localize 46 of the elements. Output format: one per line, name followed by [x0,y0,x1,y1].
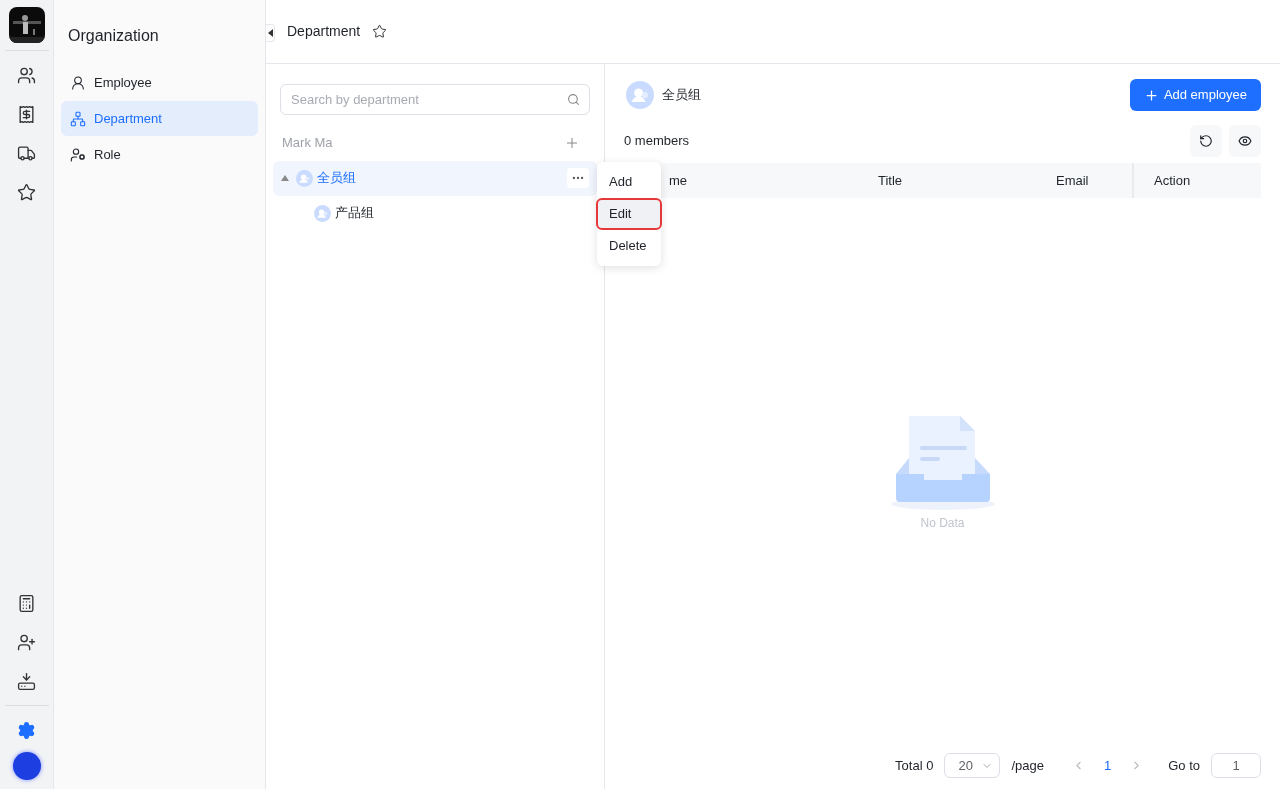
goto-label: Go to [1168,756,1200,775]
favorite-star-icon[interactable] [372,24,388,39]
member-count: 0 members [624,132,690,151]
tree-node[interactable]: 产品组 [273,195,597,231]
column-header: Email [1056,171,1089,190]
refresh-icon [1199,134,1213,148]
search-field[interactable]: Search by department [280,84,590,115]
menu-item[interactable]: Delete [598,232,660,260]
group-icon [626,81,654,109]
menu-item[interactable]: Add [598,168,660,196]
menu-item[interactable]: Edit [598,200,660,228]
collapse-toggle[interactable] [266,24,275,42]
nav-item[interactable]: Employee [61,65,258,100]
goto-field[interactable]: 1 [1211,753,1261,778]
column-header: me [669,171,688,190]
group-icon [296,169,313,187]
page-title: Department [287,22,361,41]
tree-node[interactable]: 全员组 [273,160,597,196]
add-employee-button[interactable]: Add employee [1129,79,1261,111]
per-page-label: /page [1011,756,1044,775]
person-gear-icon [70,146,86,163]
empty-inbox-icon [888,416,997,512]
owner-label: Mark Ma [282,134,333,152]
nav-item[interactable]: Department [61,101,258,136]
collapse-caret-icon[interactable] [281,175,289,181]
visibility-button[interactable] [1229,125,1261,157]
page-number[interactable]: 1 [1095,755,1120,776]
empty-text: No Data [920,515,965,532]
eye-icon [1238,134,1252,148]
column-header: Action [1154,171,1191,190]
group-icon [314,204,331,222]
search-icon [567,93,580,106]
person-icon [70,74,86,91]
column-header: Title [878,171,903,190]
refresh-button[interactable] [1190,125,1222,157]
node-label: 全员组 [317,169,357,188]
hierarchy-icon [70,110,86,127]
total-count: Total 0 [895,756,934,775]
plus-icon [1143,87,1159,103]
more-button[interactable] [567,168,589,188]
nav-title: Organization [67,26,160,46]
node-label: 产品组 [335,204,374,223]
department-title: 全员组 [662,86,701,105]
user-avatar[interactable] [12,752,41,780]
page-size-select[interactable]: 20 [944,753,1001,778]
nav-item[interactable]: Role [61,137,258,172]
